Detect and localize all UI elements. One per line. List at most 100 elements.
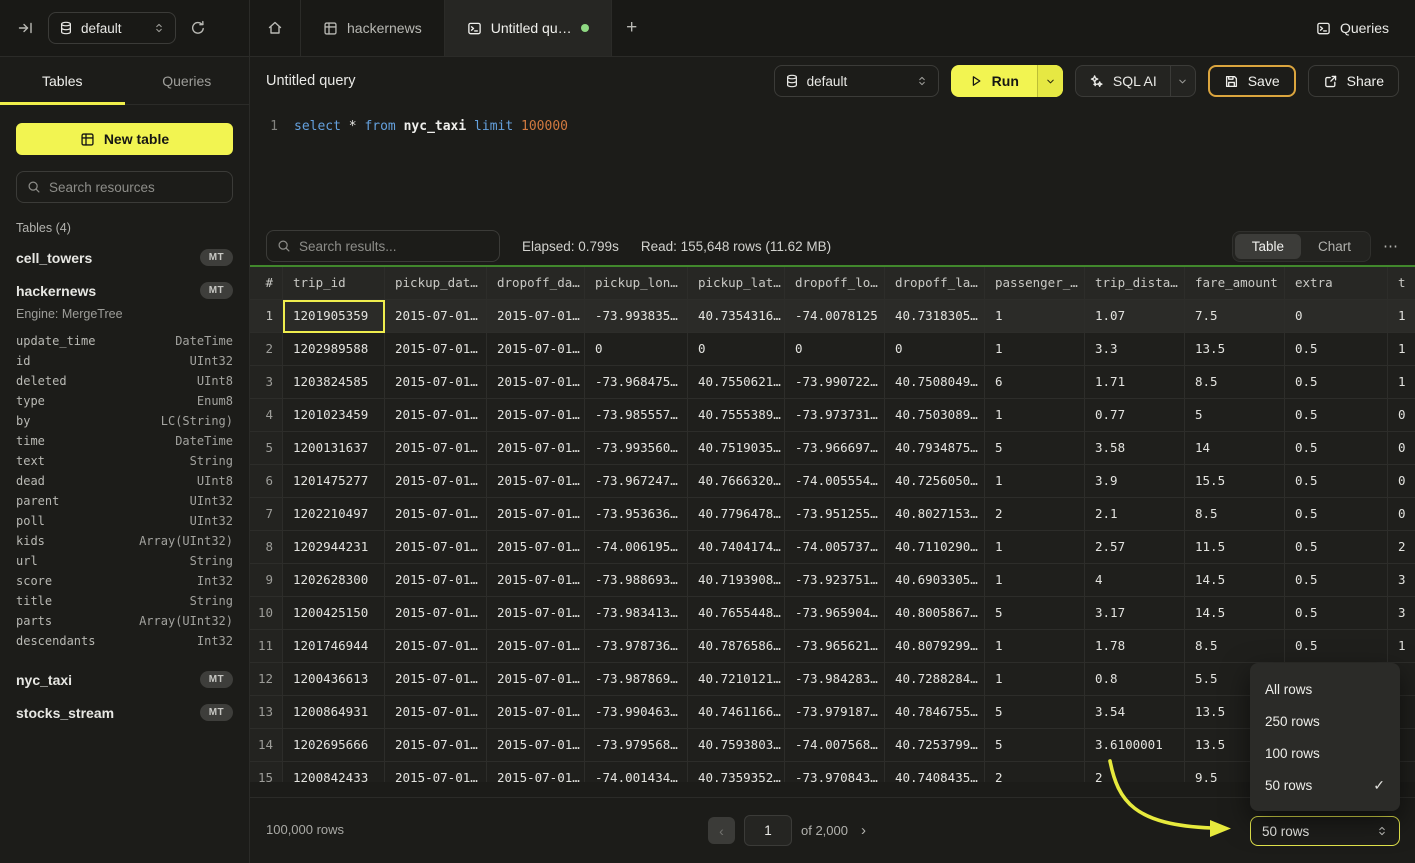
page-size-option[interactable]: 50 rows✓ [1250,769,1400,801]
table-cell[interactable]: 2015-07-01… [385,663,487,696]
table-cell[interactable]: 40.7796478… [688,498,785,531]
table-cell[interactable]: 40.7508049… [885,366,985,399]
table-cell[interactable]: 2015-07-01… [487,300,585,333]
table-cell[interactable]: 2015-07-01… [385,630,487,663]
table-cell[interactable]: 0.5 [1285,399,1388,432]
sidebar-table-stocks-stream[interactable]: stocks_stream MT [0,696,249,729]
tab-untitled-query[interactable]: Untitled qu… [445,0,612,56]
table-cell[interactable]: 0.5 [1285,333,1388,366]
table-cell[interactable]: 14 [1185,432,1285,465]
table-cell[interactable]: 40.7934875… [885,432,985,465]
table-cell[interactable]: 1 [985,333,1085,366]
table-cell[interactable]: 40.7503089… [885,399,985,432]
table-cell[interactable]: 2015-07-01… [385,696,487,729]
table-cell[interactable]: 2 [1388,531,1415,564]
run-options-button[interactable] [1037,65,1063,97]
new-tab-button[interactable]: + [612,0,652,56]
table-cell[interactable]: 40.8079299… [885,630,985,663]
table-cell[interactable]: 3.6100001 [1085,729,1185,762]
table-cell[interactable]: 1 [985,663,1085,696]
table-cell[interactable]: 14.5 [1185,597,1285,630]
database-selector[interactable]: default [48,12,176,44]
table-cell[interactable]: -74.001434… [585,762,688,782]
table-cell[interactable]: 5 [985,729,1085,762]
table-cell[interactable]: 2015-07-01… [385,366,487,399]
page-size-option[interactable]: All rows [1250,673,1400,705]
table-cell[interactable]: 2015-07-01… [487,597,585,630]
table-cell[interactable]: -73.953636… [585,498,688,531]
table-cell[interactable]: 40.7846755… [885,696,985,729]
table-cell[interactable]: -73.965904… [785,597,885,630]
table-cell[interactable]: -73.990463… [585,696,688,729]
table-cell[interactable]: 2015-07-01… [487,465,585,498]
table-cell[interactable]: 40.7288284… [885,663,985,696]
table-cell[interactable]: 2015-07-01… [385,333,487,366]
table-cell[interactable]: 0 [1388,399,1415,432]
sql-editor[interactable]: 1 select * from nyc_taxi limit 100000 [250,105,1415,228]
table-cell[interactable]: 0.5 [1285,366,1388,399]
table-cell[interactable]: 40.7519035… [688,432,785,465]
results-search-input[interactable] [299,239,489,254]
table-cell[interactable]: 2015-07-01… [385,300,487,333]
table-cell[interactable]: 40.7354316… [688,300,785,333]
table-cell[interactable]: 5 [985,597,1085,630]
table-cell[interactable]: 0.5 [1285,465,1388,498]
table-cell[interactable]: 2015-07-01… [385,729,487,762]
table-cell[interactable]: 2015-07-01… [385,597,487,630]
table-cell[interactable]: 2015-07-01… [385,531,487,564]
table-cell[interactable]: 2015-07-01… [487,663,585,696]
table-cell[interactable]: 0.5 [1285,597,1388,630]
table-cell[interactable]: 40.8005867… [885,597,985,630]
page-size-select[interactable]: 50 rows [1250,816,1400,846]
table-cell[interactable]: 4 [1085,564,1185,597]
table-cell[interactable]: 0 [1388,498,1415,531]
tab-home[interactable] [250,0,301,56]
table-cell[interactable]: -74.005737… [785,531,885,564]
table-cell[interactable]: 40.8027153… [885,498,985,531]
table-cell[interactable]: 40.7876586… [688,630,785,663]
table-cell[interactable]: 2.57 [1085,531,1185,564]
table-cell[interactable]: -73.993835… [585,300,688,333]
column-header[interactable]: fare_amount [1185,267,1285,300]
table-cell[interactable]: 2015-07-01… [385,564,487,597]
table-cell[interactable]: -73.968475… [585,366,688,399]
table-cell[interactable]: 40.7193908… [688,564,785,597]
table-cell[interactable]: -74.005554… [785,465,885,498]
column-header[interactable]: pickup_dat… [385,267,487,300]
table-cell[interactable]: 1 [1388,333,1415,366]
table-cell[interactable]: 2015-07-01… [487,729,585,762]
query-database-selector[interactable]: default [774,65,939,97]
table-cell[interactable]: 1 [1388,300,1415,333]
table-cell[interactable]: -73.985557… [585,399,688,432]
table-cell[interactable]: 0 [1388,432,1415,465]
table-cell[interactable]: 1.71 [1085,366,1185,399]
queries-button[interactable]: Queries [1316,20,1389,36]
table-cell[interactable]: 0.5 [1285,564,1388,597]
table-cell[interactable]: 5 [1185,399,1285,432]
table-cell[interactable]: 1 [985,465,1085,498]
collapse-sidebar-icon[interactable] [18,20,34,36]
sidebar-table-hackernews[interactable]: hackernews MT [0,274,249,307]
table-cell[interactable]: 40.7550621… [688,366,785,399]
more-options-button[interactable]: ⋯ [1383,237,1399,255]
table-cell[interactable]: -73.987869… [585,663,688,696]
column-header[interactable]: pickup_lat… [688,267,785,300]
resource-search-input[interactable] [49,180,226,195]
table-cell[interactable]: 1 [1388,630,1415,663]
run-button[interactable]: Run [951,65,1037,97]
table-cell[interactable]: -73.965621… [785,630,885,663]
table-cell[interactable]: 3 [1388,597,1415,630]
table-cell[interactable]: -73.993560… [585,432,688,465]
table-cell[interactable]: -73.988693… [585,564,688,597]
table-cell[interactable]: 3.17 [1085,597,1185,630]
table-cell[interactable]: 40.7593803… [688,729,785,762]
table-cell[interactable]: -74.006195… [585,531,688,564]
table-cell[interactable]: 8.5 [1185,630,1285,663]
table-cell[interactable]: 1202989588 [283,333,385,366]
table-cell[interactable]: 2015-07-01… [487,531,585,564]
table-cell[interactable]: 2015-07-01… [385,399,487,432]
table-cell[interactable]: 0.77 [1085,399,1185,432]
table-cell[interactable]: -73.984283… [785,663,885,696]
table-cell[interactable]: 2015-07-01… [385,498,487,531]
tab-hackernews[interactable]: hackernews [301,0,445,56]
